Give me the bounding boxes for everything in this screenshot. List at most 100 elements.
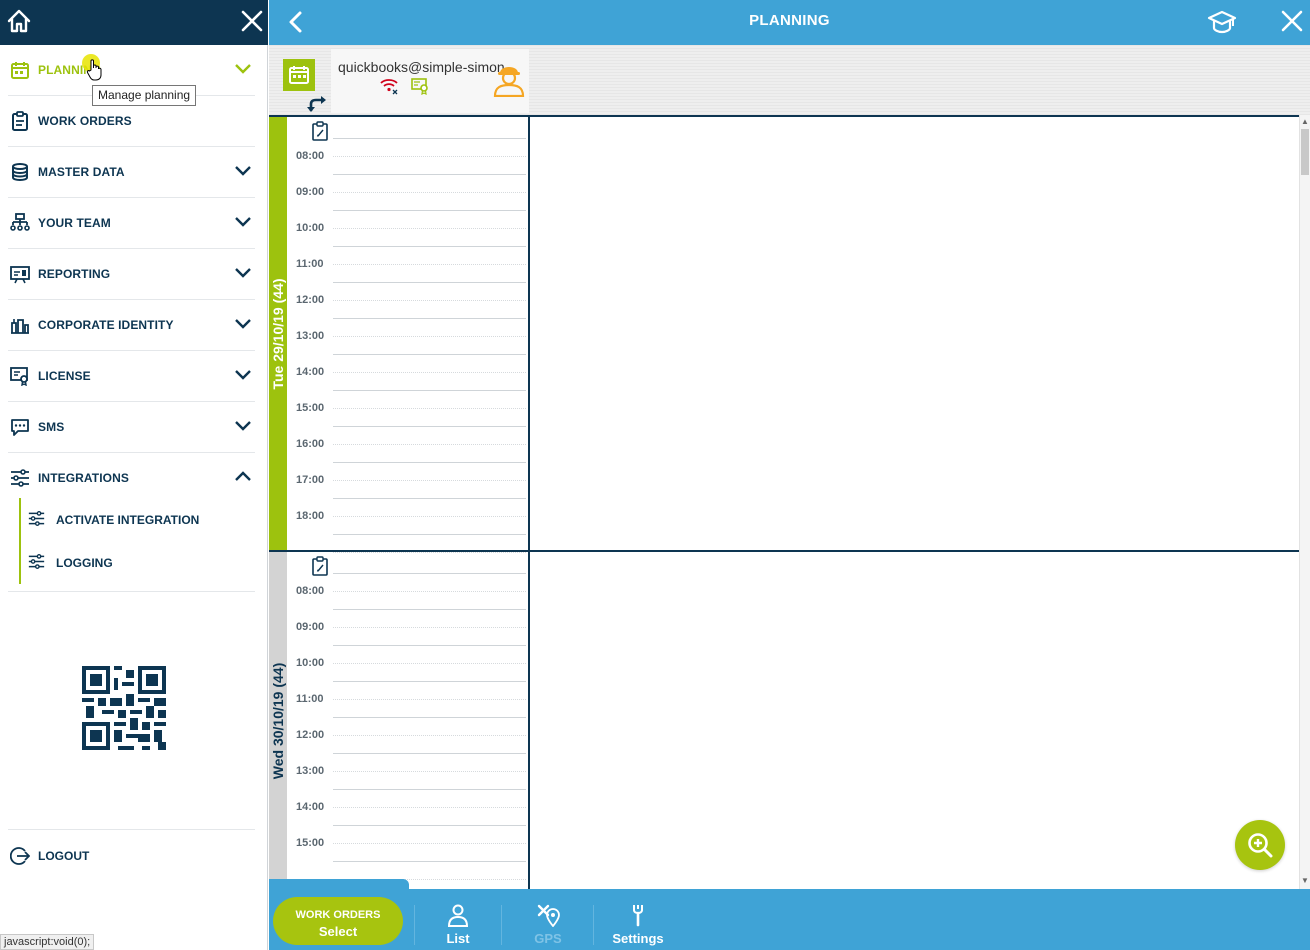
hour-line [333, 462, 526, 463]
tooltip: Manage planning [92, 85, 197, 106]
browser-status-bar: javascript:void(0); [0, 934, 95, 950]
planning-grid[interactable] [532, 117, 1299, 550]
clipboard-edit-icon[interactable] [311, 556, 329, 576]
half-hour-line [333, 663, 526, 664]
planning-grid[interactable] [532, 552, 1299, 889]
logout-icon [10, 847, 30, 865]
time-slots[interactable] [331, 117, 530, 553]
hour-line [333, 390, 526, 391]
close-icon[interactable] [1281, 10, 1303, 32]
scroll-thumb[interactable] [1301, 129, 1309, 175]
time-label: 11:00 [296, 693, 324, 705]
page-title: PLANNING [749, 12, 830, 29]
sidebar-item-corporate-identity[interactable]: CORPORATE IDENTITY [8, 300, 255, 351]
chevron-down-icon[interactable] [234, 367, 252, 381]
chevron-up-icon[interactable] [234, 469, 252, 483]
sidebar-subitem-label: LOGGING [56, 556, 113, 570]
sidebar-item-label: CORPORATE IDENTITY [38, 318, 174, 332]
scroll-up-icon[interactable]: ▲ [1301, 118, 1309, 126]
half-hour-line [333, 192, 526, 193]
chevron-down-icon[interactable] [234, 316, 252, 330]
resource-card[interactable]: quickbooks@simple-simon [331, 49, 529, 113]
zoom-in-icon [1248, 833, 1273, 858]
time-label: 08:00 [296, 585, 325, 597]
tab-gps[interactable]: GPS [513, 903, 583, 949]
day-label-text: Wed 30/10/19 (44) [270, 662, 286, 779]
calendar-button[interactable] [283, 59, 315, 91]
swap-arrows-icon[interactable] [305, 93, 329, 113]
license-icon [10, 367, 28, 386]
time-label: 15:00 [296, 402, 325, 414]
technician-avatar-icon [493, 67, 525, 97]
half-hour-line [333, 591, 526, 592]
sidebar-item-reporting[interactable]: REPORTING [8, 249, 255, 300]
report-icon [10, 266, 30, 284]
work-orders-select-button[interactable]: WORK ORDERS Select [273, 897, 403, 945]
half-hour-line [333, 843, 526, 844]
chevron-down-icon[interactable] [234, 214, 252, 228]
hour-line [333, 246, 526, 247]
half-hour-line [333, 228, 526, 229]
sliders-icon [28, 511, 45, 526]
chevron-down-icon[interactable] [234, 61, 252, 75]
time-label: 11:00 [296, 258, 324, 270]
home-icon[interactable] [6, 8, 32, 34]
sidebar-item-label: SMS [38, 420, 65, 434]
hour-line [333, 573, 526, 574]
half-hour-line [333, 699, 526, 700]
tab-label: List [446, 931, 470, 946]
sidebar-item-label: MASTER DATA [38, 165, 125, 179]
chevron-down-icon[interactable] [234, 418, 252, 432]
hour-line [333, 825, 526, 826]
hour-line [333, 753, 526, 754]
time-label: 15:00 [296, 837, 325, 849]
sidebar-item-sms[interactable]: SMS [8, 402, 255, 453]
sidebar-subitem-activate-integration[interactable]: ACTIVATE INTEGRATION [26, 498, 246, 538]
graduation-cap-icon[interactable] [1207, 8, 1237, 36]
sidebar-subitem-logging[interactable]: LOGGING [26, 541, 246, 581]
tab-label: Settings [612, 931, 664, 946]
scroll-down-icon[interactable]: ▼ [1301, 877, 1309, 885]
hour-line [333, 498, 526, 499]
separator [593, 905, 594, 945]
time-label: 14:00 [296, 366, 325, 378]
hour-line [333, 717, 526, 718]
sidebar: PLANNING WORK ORDERS MASTER DATA YOUR TE… [0, 0, 268, 950]
sliders-icon [28, 554, 45, 569]
sidebar-item-master-data[interactable]: MASTER DATA [8, 147, 255, 198]
gps-icon [537, 904, 560, 927]
half-hour-line [333, 516, 526, 517]
half-hour-line [333, 480, 526, 481]
tab-settings[interactable]: Settings [603, 903, 673, 949]
chevron-down-icon[interactable] [234, 163, 252, 177]
half-hour-line [333, 408, 526, 409]
day-label-text: Tue 29/10/19 (44) [270, 277, 286, 390]
zoom-in-button[interactable] [1235, 820, 1285, 870]
wifi-off-icon [380, 79, 398, 95]
day-block: Tue 29/10/19 (44) 08:00 09:00 10:00 11:0… [269, 115, 1299, 553]
sidebar-item-integrations[interactable]: INTEGRATIONS [8, 453, 255, 493]
day-block: Wed 30/10/19 (44) 08:00 09:00 10:00 11:0… [269, 550, 1299, 889]
chevron-down-icon[interactable] [234, 265, 252, 279]
work-orders-select-label: Select [318, 924, 358, 939]
calendar-icon [11, 62, 29, 79]
database-icon [12, 163, 28, 182]
sidebar-item-label: WORK ORDERS [38, 114, 132, 128]
close-sidebar-icon[interactable] [240, 9, 264, 33]
time-label: 10:00 [296, 657, 325, 669]
tab-list[interactable]: List [423, 903, 493, 949]
time-slots[interactable] [331, 552, 530, 889]
sidebar-item-your-team[interactable]: YOUR TEAM [8, 198, 255, 249]
half-hour-line [333, 372, 526, 373]
vertical-scrollbar[interactable]: ▲ ▼ [1299, 115, 1310, 889]
time-label: 14:00 [296, 801, 325, 813]
half-hour-line [333, 156, 526, 157]
sidebar-item-label: YOUR TEAM [38, 216, 111, 230]
license-badge-icon [411, 78, 428, 95]
separator [414, 905, 415, 945]
logout-button[interactable]: LOGOUT [8, 829, 255, 879]
clipboard-edit-icon[interactable] [311, 121, 329, 141]
sms-icon [11, 419, 29, 436]
time-label: 17:00 [296, 474, 325, 486]
sidebar-item-license[interactable]: LICENSE [8, 351, 255, 402]
